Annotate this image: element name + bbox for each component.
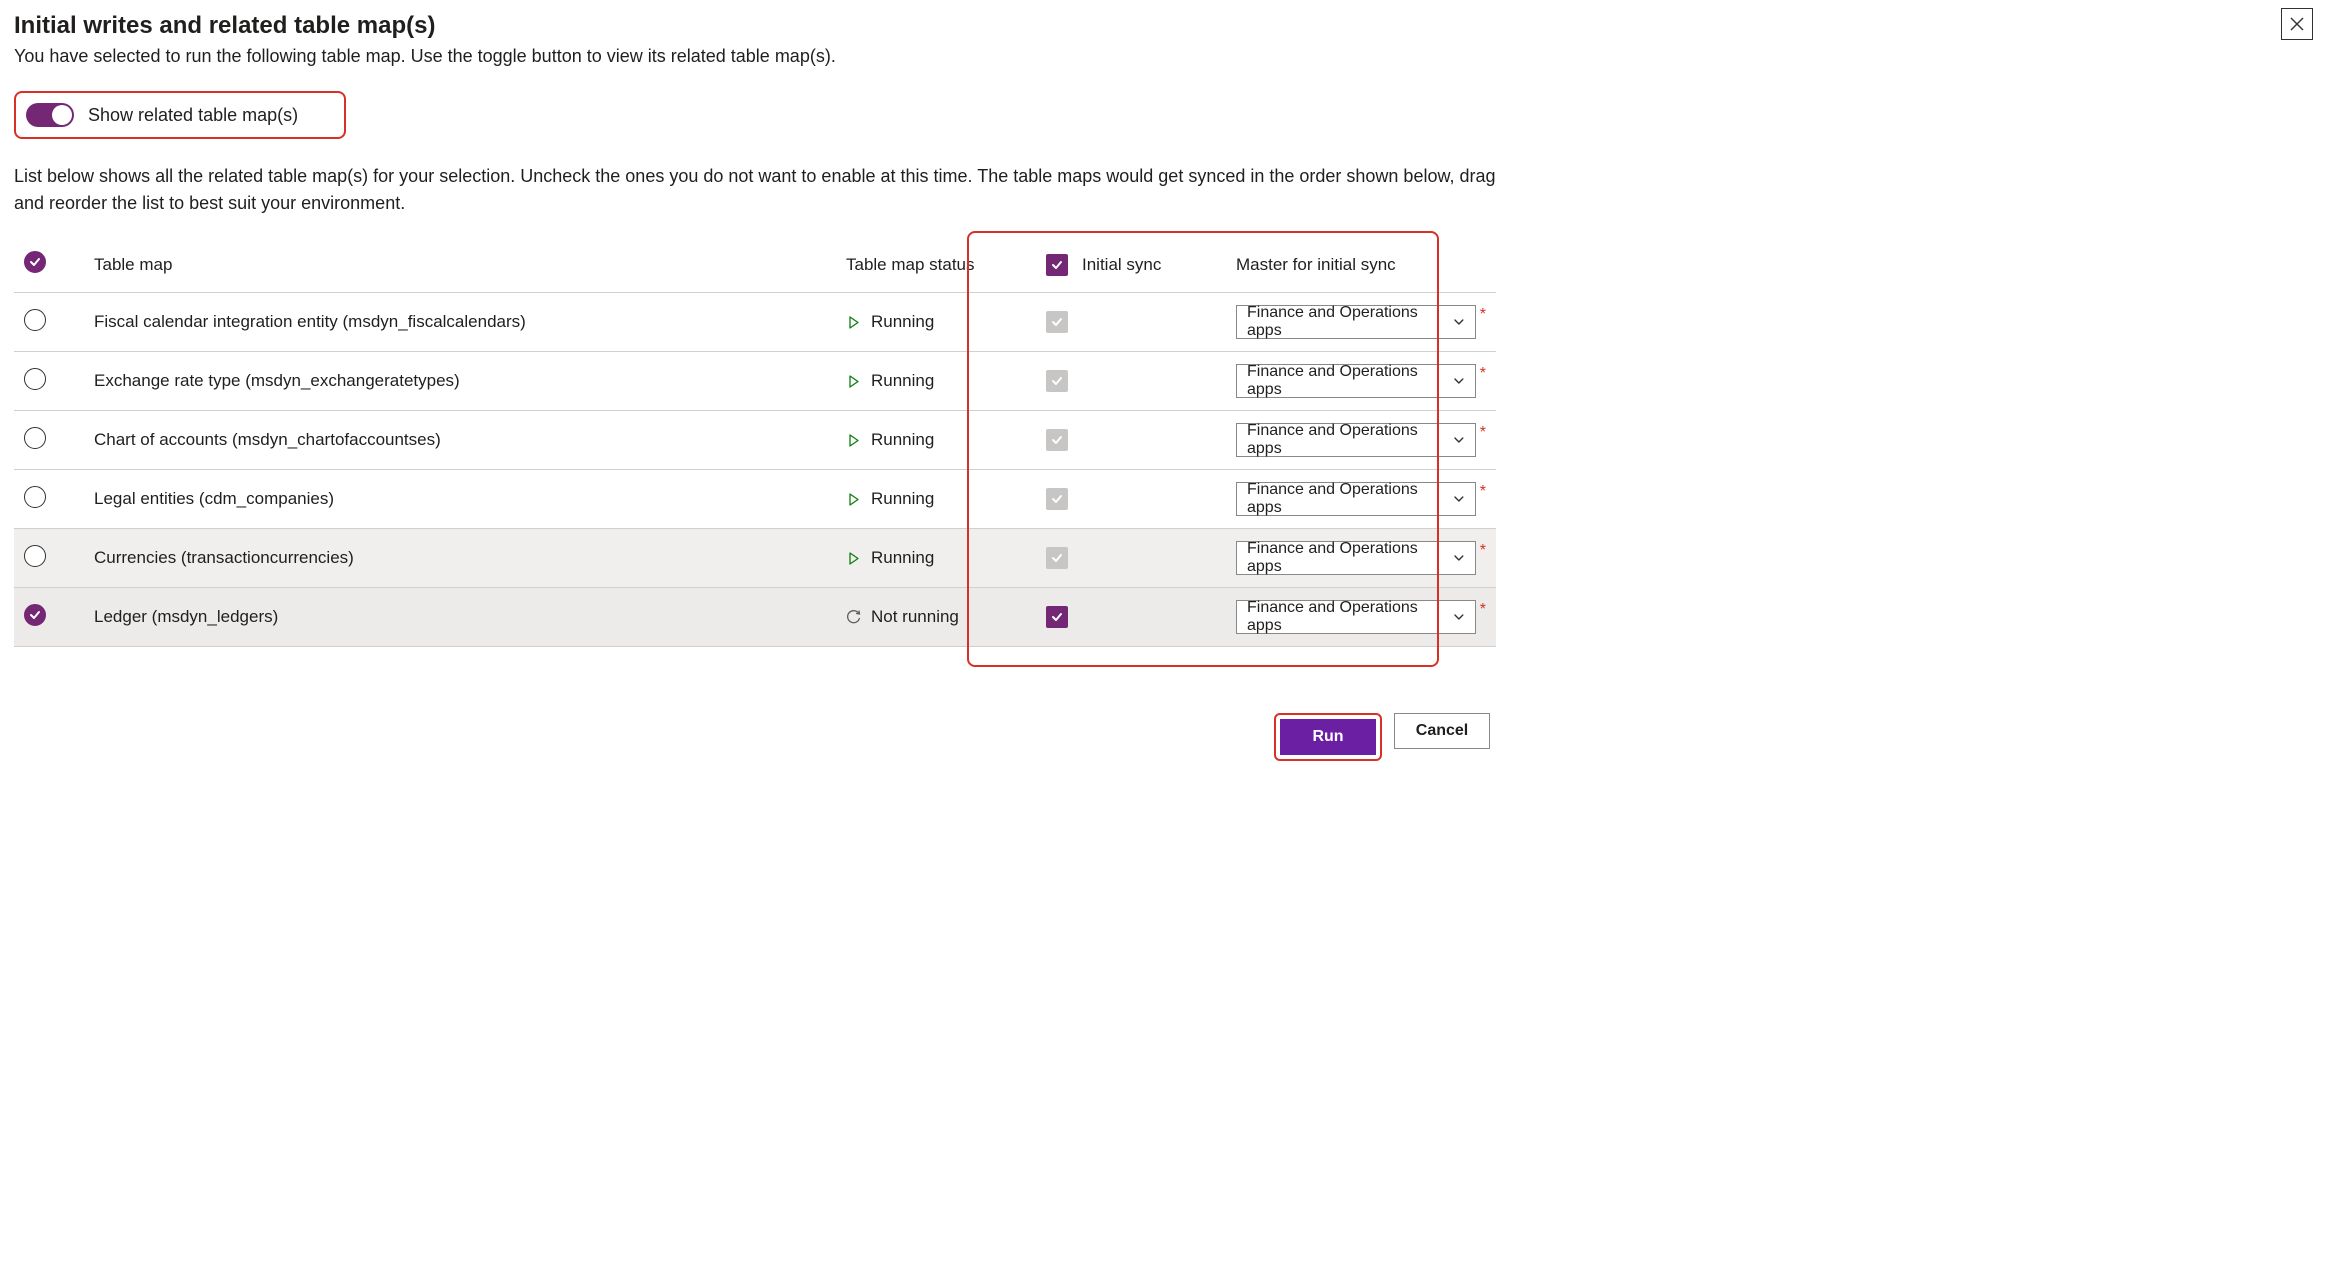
play-icon — [846, 433, 861, 448]
chevron-down-icon — [1453, 611, 1465, 623]
row-status: Running — [846, 430, 1026, 450]
check-icon — [1050, 492, 1064, 506]
check-icon — [1050, 374, 1064, 388]
chevron-down-icon — [1453, 316, 1465, 328]
toggle-label: Show related table map(s) — [88, 105, 298, 126]
row-name: Chart of accounts (msdyn_chartofaccounts… — [84, 411, 836, 470]
table-row[interactable]: Fiscal calendar integration entity (msdy… — [14, 293, 1496, 352]
check-icon — [1050, 610, 1064, 624]
status-text: Running — [871, 371, 934, 391]
master-dropdown[interactable]: Finance and Operations apps — [1236, 541, 1476, 575]
initial-sync-checkbox — [1046, 370, 1068, 392]
dropdown-value: Finance and Operations apps — [1247, 363, 1453, 399]
col-master[interactable]: Master for initial sync — [1226, 237, 1496, 293]
header-radio[interactable] — [24, 251, 46, 273]
col-status[interactable]: Table map status — [836, 237, 1036, 293]
col-table-map[interactable]: Table map — [84, 237, 836, 293]
row-radio[interactable] — [24, 545, 46, 567]
close-icon — [2289, 16, 2305, 32]
master-dropdown[interactable]: Finance and Operations apps — [1236, 305, 1476, 339]
row-name: Exchange rate type (msdyn_exchangeratety… — [84, 352, 836, 411]
row-radio[interactable] — [24, 368, 46, 390]
play-icon — [846, 492, 861, 507]
page-title: Initial writes and related table map(s) — [14, 12, 1496, 40]
row-radio[interactable] — [24, 309, 46, 331]
dropdown-value: Finance and Operations apps — [1247, 481, 1453, 517]
table-row[interactable]: Exchange rate type (msdyn_exchangeratety… — [14, 352, 1496, 411]
table-maps-table: Table map Table map status Initial sync … — [14, 237, 1496, 647]
toggle-knob — [52, 105, 72, 125]
row-name: Legal entities (cdm_companies) — [84, 470, 836, 529]
row-radio[interactable] — [24, 486, 46, 508]
footer: Run Cancel — [14, 713, 1496, 761]
status-text: Not running — [871, 607, 959, 627]
check-icon — [1050, 258, 1064, 272]
table-row[interactable]: Ledger (msdyn_ledgers) Not running Finance… — [14, 588, 1496, 647]
check-icon — [1050, 315, 1064, 329]
check-icon — [1050, 551, 1064, 565]
chevron-down-icon — [1453, 375, 1465, 387]
check-icon — [28, 608, 42, 622]
play-icon — [846, 374, 861, 389]
required-indicator: * — [1480, 307, 1486, 323]
play-icon — [846, 315, 861, 330]
col-initial-sync-label: Initial sync — [1082, 255, 1161, 275]
chevron-down-icon — [1453, 552, 1465, 564]
row-radio[interactable] — [24, 427, 46, 449]
initial-sync-checkbox — [1046, 547, 1068, 569]
row-radio[interactable] — [24, 604, 46, 626]
dropdown-value: Finance and Operations apps — [1247, 599, 1453, 635]
status-text: Running — [871, 430, 934, 450]
chevron-down-icon — [1453, 434, 1465, 446]
table-row[interactable]: Currencies (transactioncurrencies) Runnin… — [14, 529, 1496, 588]
initial-sync-checkbox[interactable] — [1046, 606, 1068, 628]
master-dropdown[interactable]: Finance and Operations apps — [1236, 423, 1476, 457]
row-status: Running — [846, 548, 1026, 568]
status-text: Running — [871, 548, 934, 568]
row-name: Ledger (msdyn_ledgers) — [84, 588, 836, 647]
row-status: Running — [846, 371, 1026, 391]
cancel-button[interactable]: Cancel — [1394, 713, 1490, 749]
row-status: Running — [846, 489, 1026, 509]
show-related-toggle[interactable] — [26, 103, 74, 127]
required-indicator: * — [1480, 366, 1486, 382]
required-indicator: * — [1480, 484, 1486, 500]
required-indicator: * — [1480, 543, 1486, 559]
dropdown-value: Finance and Operations apps — [1247, 422, 1453, 458]
required-indicator: * — [1480, 602, 1486, 618]
header-initial-sync-checkbox[interactable] — [1046, 254, 1068, 276]
toggle-container: Show related table map(s) — [14, 91, 346, 139]
list-description: List below shows all the related table m… — [14, 163, 1496, 217]
row-status: Running — [846, 312, 1026, 332]
run-button-annotation: Run — [1274, 713, 1382, 761]
master-dropdown[interactable]: Finance and Operations apps — [1236, 482, 1476, 516]
chevron-down-icon — [1453, 493, 1465, 505]
run-button[interactable]: Run — [1280, 719, 1376, 755]
check-icon — [28, 255, 42, 269]
initial-sync-checkbox — [1046, 429, 1068, 451]
dropdown-value: Finance and Operations apps — [1247, 540, 1453, 576]
initial-sync-checkbox — [1046, 488, 1068, 510]
page-intro: You have selected to run the following t… — [14, 46, 1496, 67]
close-button[interactable] — [2281, 8, 2313, 40]
master-dropdown[interactable]: Finance and Operations apps — [1236, 600, 1476, 634]
status-text: Running — [871, 489, 934, 509]
status-text: Running — [871, 312, 934, 332]
row-name: Fiscal calendar integration entity (msdy… — [84, 293, 836, 352]
required-indicator: * — [1480, 425, 1486, 441]
table-header-row: Table map Table map status Initial sync … — [14, 237, 1496, 293]
not-running-icon — [846, 610, 861, 625]
check-icon — [1050, 433, 1064, 447]
row-name: Currencies (transactioncurrencies) — [84, 529, 836, 588]
dropdown-value: Finance and Operations apps — [1247, 304, 1453, 340]
col-initial-sync[interactable]: Initial sync — [1036, 237, 1226, 293]
master-dropdown[interactable]: Finance and Operations apps — [1236, 364, 1476, 398]
initial-sync-checkbox — [1046, 311, 1068, 333]
table-row[interactable]: Chart of accounts (msdyn_chartofaccounts… — [14, 411, 1496, 470]
row-status: Not running — [846, 607, 1026, 627]
play-icon — [846, 551, 861, 566]
table-row[interactable]: Legal entities (cdm_companies) Running Fin… — [14, 470, 1496, 529]
